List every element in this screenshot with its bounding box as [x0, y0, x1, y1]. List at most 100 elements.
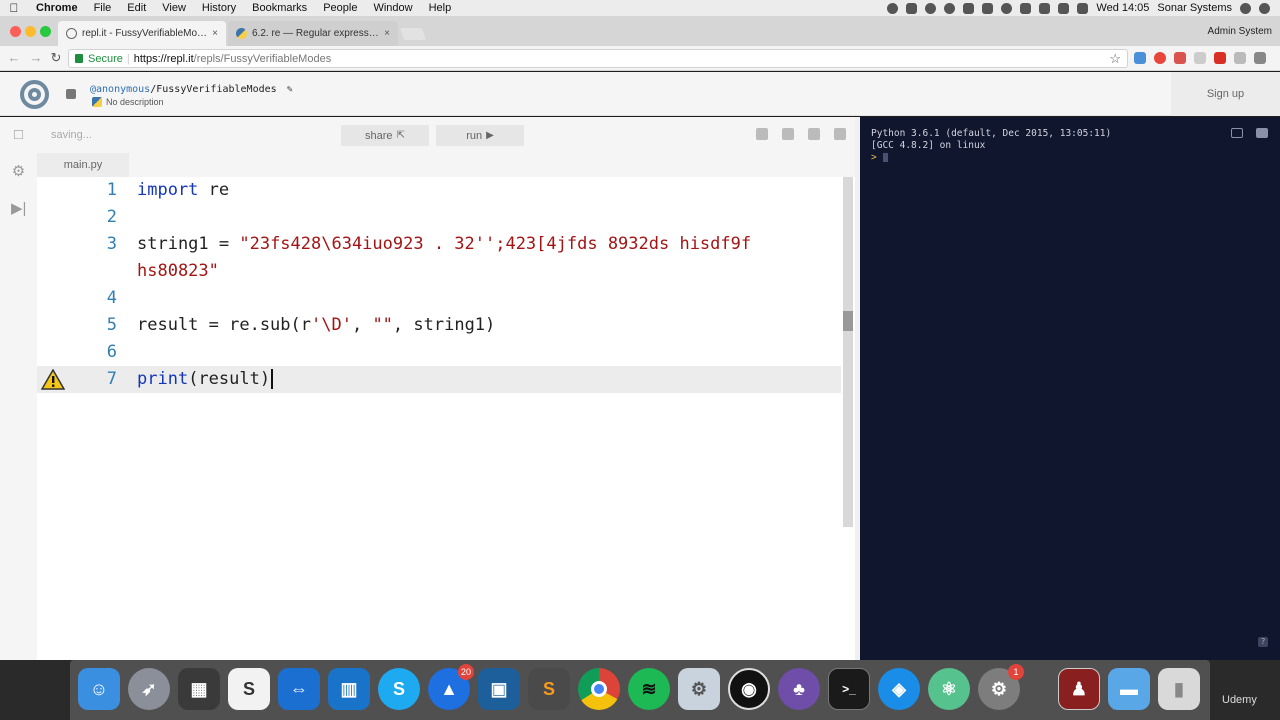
share-button[interactable]: share ⇱	[341, 125, 429, 146]
spotify-icon[interactable]: ≋	[628, 668, 670, 710]
help-icon[interactable]: ?	[1258, 637, 1268, 647]
terminal-icon[interactable]: >_	[828, 668, 870, 710]
creative-cloud-icon[interactable]	[963, 2, 975, 14]
system-prefs-icon[interactable]: ⚙ 1	[978, 664, 1024, 710]
eject-icon[interactable]	[1058, 2, 1070, 14]
clock[interactable]: Wed 14:05	[1096, 2, 1149, 14]
apple-icon[interactable]: 	[0, 1, 28, 15]
chrome-menu-icon[interactable]	[1254, 52, 1266, 64]
repl-name[interactable]: FussyVerifiableModes	[156, 84, 276, 95]
download-icon[interactable]	[756, 128, 768, 140]
bookmark-star-icon[interactable]: ☆	[1109, 51, 1121, 67]
edit-pencil-icon[interactable]: ✎	[287, 84, 293, 95]
line-number: 6	[106, 342, 117, 362]
reload-button[interactable]: ↻	[48, 51, 64, 65]
obs-icon[interactable]: ◉	[728, 668, 770, 710]
pin-icon[interactable]	[1020, 2, 1032, 14]
info-icon[interactable]	[1001, 2, 1013, 14]
trash-icon[interactable]: ▮	[1158, 668, 1200, 710]
extension-icon[interactable]	[1234, 52, 1246, 64]
signup-button[interactable]: Sign up	[1171, 72, 1280, 116]
extension-icon[interactable]	[1214, 52, 1226, 64]
new-tab-button[interactable]	[399, 28, 427, 40]
console-clear-icon[interactable]	[1256, 128, 1268, 138]
repl-owner-link[interactable]: @anonymous	[90, 84, 150, 95]
lock-icon	[75, 54, 83, 63]
menu-help[interactable]: Help	[421, 2, 460, 14]
tab-replit[interactable]: repl.it - FussyVerifiableModes ×	[58, 21, 226, 46]
extension-icon[interactable]	[1174, 52, 1186, 64]
chrome-icon[interactable]	[578, 668, 620, 710]
editor-scrollbar[interactable]	[843, 177, 853, 527]
sync-icon[interactable]	[944, 2, 956, 14]
replit-logo-icon[interactable]	[20, 80, 49, 109]
skype-icon[interactable]: S	[378, 668, 420, 710]
file-tab-main-py[interactable]: main.py	[37, 153, 129, 177]
finder-icon[interactable]: ☺	[78, 668, 120, 710]
cloud-icon[interactable]	[925, 2, 937, 14]
trello-icon[interactable]: ▥	[328, 668, 370, 710]
cloud-upload-icon[interactable]	[782, 128, 794, 140]
line-number: 2	[106, 207, 117, 227]
menu-view[interactable]: View	[154, 2, 194, 14]
document-icon[interactable]	[808, 128, 820, 140]
back-button[interactable]: ←	[6, 51, 22, 65]
menu-window[interactable]: Window	[365, 2, 420, 14]
tab-python-docs[interactable]: 6.2. re — Regular expression o ×	[228, 21, 398, 46]
console-pane[interactable]: Python 3.6.1 (default, Dec 2015, 13:05:1…	[860, 117, 1280, 660]
github-icon[interactable]: ♣	[778, 668, 820, 710]
url-input[interactable]: Secure | https://repl.it/repls/FussyVeri…	[68, 49, 1128, 68]
run-button[interactable]: run ▶	[436, 125, 524, 146]
window-close-button[interactable]	[10, 26, 21, 37]
gear-icon[interactable]: ⚙	[11, 164, 26, 180]
menu-people[interactable]: People	[315, 2, 365, 14]
step-play-icon[interactable]: ▶|	[11, 201, 26, 217]
acrobat-icon[interactable]: ♟	[1058, 668, 1100, 710]
teamviewer-tray-icon[interactable]	[982, 2, 994, 14]
window-minimize-button[interactable]	[25, 26, 36, 37]
utility-icon[interactable]: ⚙	[678, 668, 720, 710]
forward-button[interactable]: →	[28, 51, 44, 65]
console-expand-icon[interactable]	[1231, 128, 1243, 138]
sublime-icon[interactable]: S	[528, 668, 570, 710]
volume-icon[interactable]	[1077, 2, 1089, 14]
spotlight-icon[interactable]	[1240, 2, 1251, 14]
console-output-line: Python 3.6.1 (default, Dec 2015, 13:05:1…	[871, 128, 1112, 139]
run-label: run	[466, 129, 483, 142]
safari-icon[interactable]: ◈	[878, 668, 920, 710]
tab-title: repl.it - FussyVerifiableModes	[82, 28, 209, 39]
repl-header: @anonymous/FussyVerifiableModes ✎ No des…	[0, 72, 1280, 116]
tab-close-icon[interactable]: ×	[384, 28, 390, 39]
screen-icon[interactable]	[906, 2, 918, 14]
opera-icon[interactable]	[1154, 52, 1166, 64]
menu-app-name[interactable]: Chrome	[28, 2, 86, 14]
line-number: 5	[106, 315, 117, 335]
notification-center-icon[interactable]	[1259, 2, 1270, 14]
user-name[interactable]: Sonar Systems	[1157, 2, 1232, 14]
window-zoom-button[interactable]	[40, 26, 51, 37]
app-icon[interactable]: ▣	[478, 668, 520, 710]
wifi-icon[interactable]	[1039, 2, 1051, 14]
launchpad-icon[interactable]: ➶	[128, 668, 170, 710]
folder-icon[interactable]: ▬	[1108, 668, 1150, 710]
menu-history[interactable]: History	[194, 2, 244, 14]
menu-file[interactable]: File	[86, 2, 120, 14]
atom-icon[interactable]: ⚛	[928, 668, 970, 710]
slack-icon[interactable]: S	[228, 668, 270, 710]
teamviewer-icon[interactable]: ⇔	[278, 668, 320, 710]
editor-scroll-thumb[interactable]	[843, 311, 853, 331]
menu-bookmarks[interactable]: Bookmarks	[244, 2, 315, 14]
extension-icon[interactable]	[1194, 52, 1206, 64]
record-icon[interactable]	[887, 2, 899, 14]
app-icon[interactable]: ▦	[178, 668, 220, 710]
tab-close-icon[interactable]: ×	[212, 28, 218, 39]
url-path: /repls/FussyVerifiableModes	[193, 52, 332, 65]
spark-icon[interactable]: ▲ 20	[428, 664, 474, 710]
profile-name[interactable]: Admin System	[1208, 26, 1272, 37]
code-area[interactable]: 1 import re 2 3 string1 = "23fs428\634iu…	[37, 177, 841, 660]
tab-strip: repl.it - FussyVerifiableModes × 6.2. re…	[0, 16, 1280, 46]
package-icon[interactable]	[834, 128, 846, 140]
file-icon[interactable]: □	[11, 127, 26, 143]
extension-icon[interactable]	[1134, 52, 1146, 64]
menu-edit[interactable]: Edit	[119, 2, 154, 14]
